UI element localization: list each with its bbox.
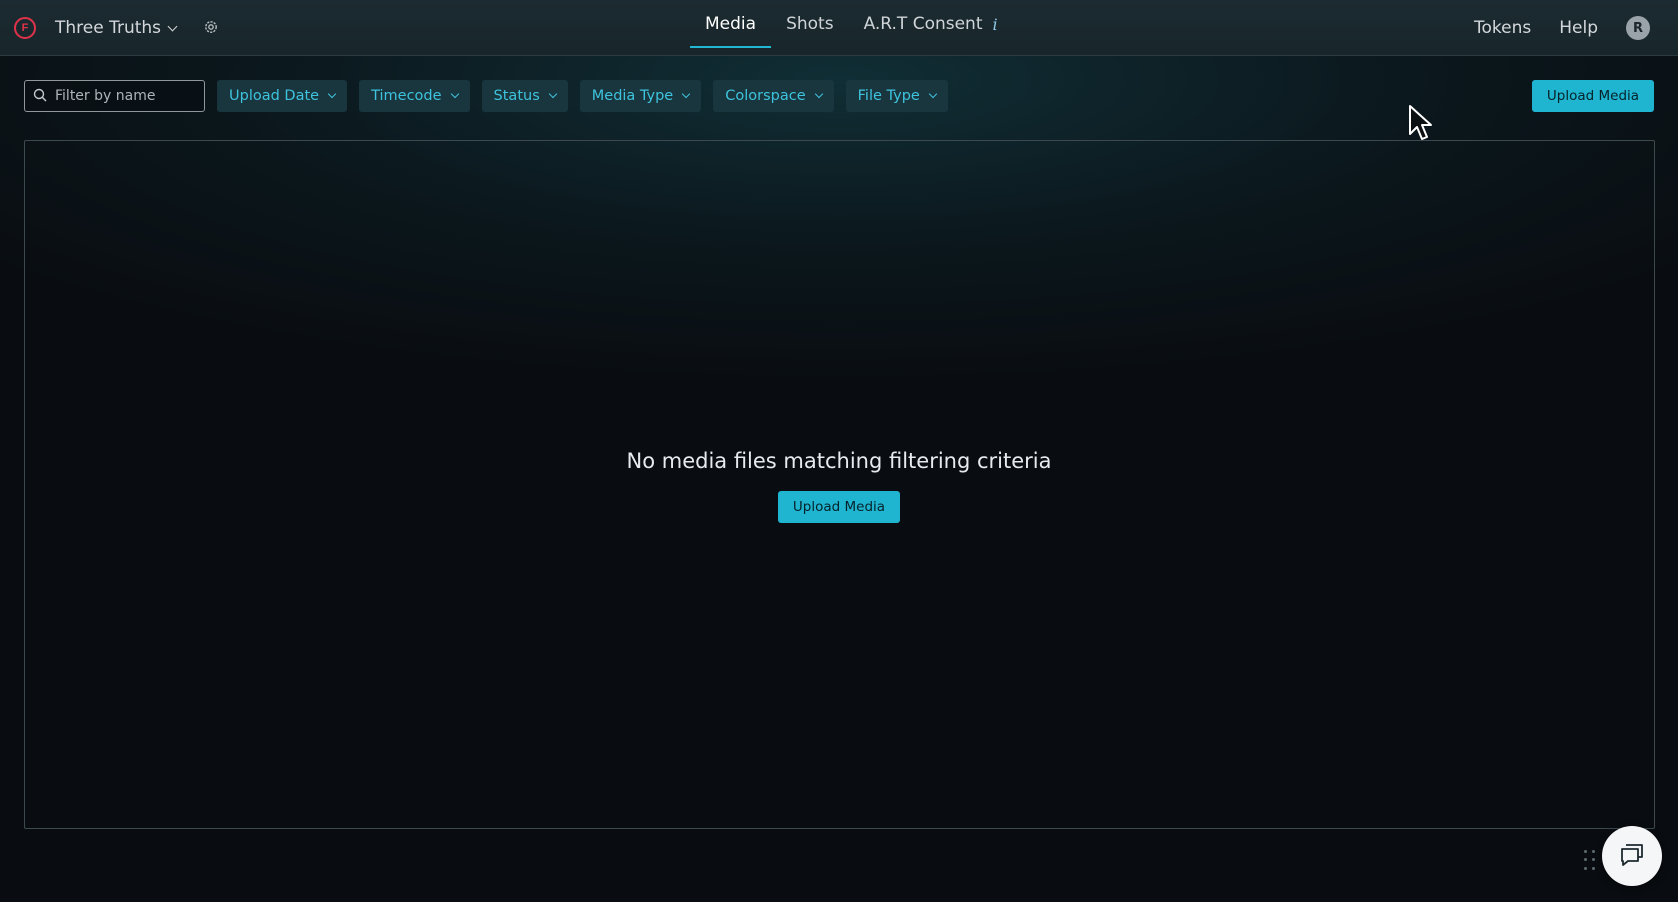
tab-media[interactable]: Media xyxy=(690,0,772,48)
top-bar: F Three Truths Media Shots A.R.T Consent… xyxy=(0,0,1678,56)
filter-upload-date[interactable]: Upload Date xyxy=(217,80,348,112)
drag-handle-icon[interactable] xyxy=(1584,850,1596,872)
logo-letter: F xyxy=(21,22,29,34)
chat-button[interactable] xyxy=(1602,826,1662,886)
filter-colorspace[interactable]: Colorspace xyxy=(713,80,834,112)
filter-bar: Upload Date Timecode Status Media Type C… xyxy=(217,80,948,112)
chevron-down-icon xyxy=(167,21,178,31)
upload-media-button[interactable]: Upload Media xyxy=(1532,80,1654,112)
filter-label: Colorspace xyxy=(725,88,806,104)
filter-media-type[interactable]: Media Type xyxy=(579,80,702,112)
project-selector[interactable]: Three Truths xyxy=(55,16,178,40)
filter-file-type[interactable]: File Type xyxy=(845,80,948,112)
mouse-cursor-icon xyxy=(1408,104,1434,144)
gear-icon[interactable] xyxy=(203,19,219,35)
info-icon[interactable]: i xyxy=(993,15,998,34)
app-root: F Three Truths Media Shots A.R.T Consent… xyxy=(0,0,1678,902)
tokens-link[interactable]: Tokens xyxy=(1474,18,1531,38)
right-nav: Tokens Help R xyxy=(1474,0,1650,56)
avatar-initial: R xyxy=(1632,20,1643,36)
filter-label: File Type xyxy=(857,88,920,104)
tab-art-consent-label: A.R.T Consent xyxy=(863,14,983,34)
chat-icon xyxy=(1617,839,1647,873)
chevron-down-icon xyxy=(814,89,823,99)
filter-label: Status xyxy=(493,88,540,104)
help-link[interactable]: Help xyxy=(1559,18,1598,38)
filter-status[interactable]: Status xyxy=(481,80,568,112)
upload-media-empty-button[interactable]: Upload Media xyxy=(778,491,900,523)
chevron-down-icon xyxy=(928,89,938,99)
search-input[interactable] xyxy=(55,88,195,104)
tab-media-label: Media xyxy=(705,14,757,34)
brand-logo-icon[interactable]: F xyxy=(14,17,36,39)
main-tabs: Media Shots A.R.T Consent i xyxy=(690,0,1013,56)
chevron-down-icon xyxy=(548,89,558,99)
empty-state-message: No media files matching filtering criter… xyxy=(626,449,1052,473)
filter-timecode[interactable]: Timecode xyxy=(359,80,470,112)
chevron-down-icon xyxy=(681,89,691,99)
filter-label: Upload Date xyxy=(229,88,320,104)
chevron-down-icon xyxy=(450,89,459,99)
search-icon xyxy=(33,87,47,106)
media-panel xyxy=(24,140,1655,829)
tab-art-consent[interactable]: A.R.T Consent i xyxy=(849,0,1013,48)
search-field[interactable] xyxy=(24,80,205,112)
chevron-down-icon xyxy=(327,89,337,99)
avatar[interactable]: R xyxy=(1626,16,1650,40)
project-name: Three Truths xyxy=(55,18,162,38)
filter-label: Timecode xyxy=(371,88,442,104)
tab-shots-label: Shots xyxy=(786,14,834,34)
filter-label: Media Type xyxy=(591,88,674,104)
tab-shots[interactable]: Shots xyxy=(771,0,849,48)
